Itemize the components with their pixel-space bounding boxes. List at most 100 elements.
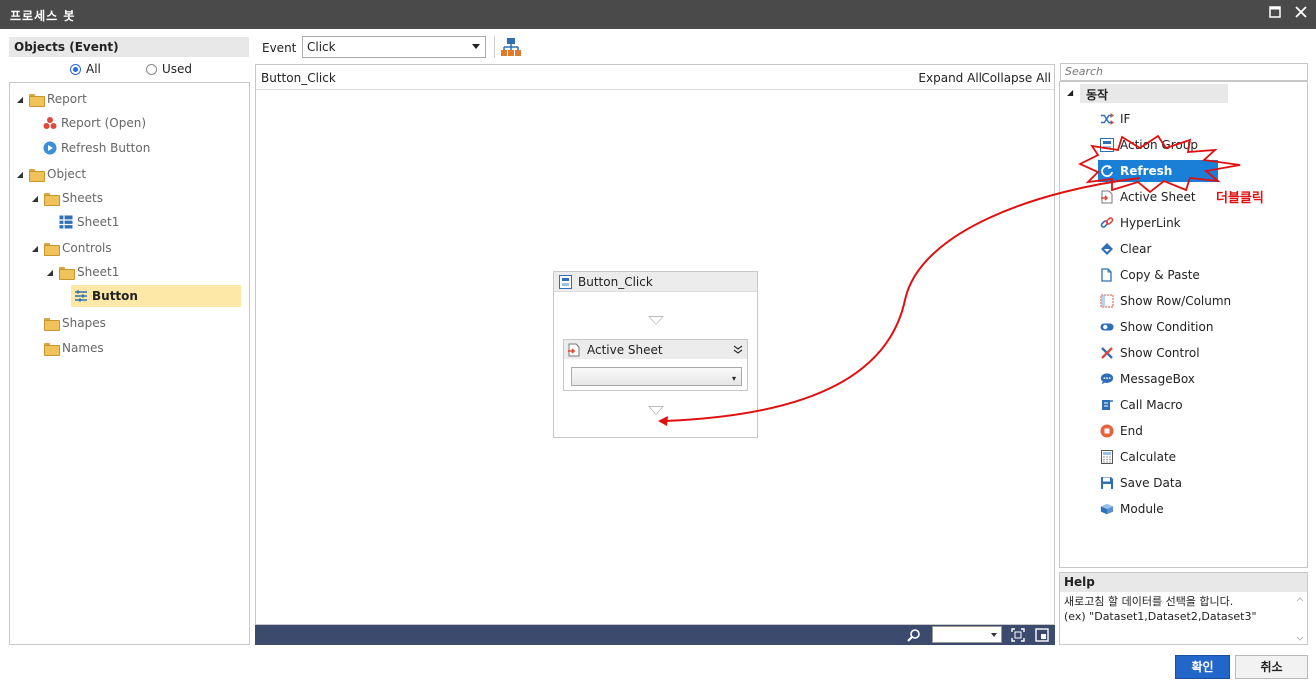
maximize-icon[interactable] <box>1266 5 1284 23</box>
event-select[interactable]: Click <box>302 36 486 58</box>
folder-icon <box>29 168 45 182</box>
action-end[interactable]: End <box>1100 420 1143 442</box>
radio-used-dot[interactable] <box>146 63 157 75</box>
radio-used[interactable]: Used <box>146 62 192 76</box>
cube-icon <box>1100 502 1114 516</box>
help-scrollbar[interactable] <box>1295 595 1305 643</box>
event-label: Event <box>262 41 297 55</box>
expand-caret-icon[interactable]: ◢ <box>15 170 25 179</box>
action-calculate[interactable]: Calculate <box>1100 446 1176 468</box>
chevron-down-icon[interactable]: ▾ <box>732 374 736 383</box>
radio-all[interactable]: All <box>70 62 101 76</box>
cancel-button[interactable]: 취소 <box>1235 655 1308 679</box>
action-label: Active Sheet <box>1120 190 1196 204</box>
tree-item-object[interactable]: ◢ Object <box>15 163 86 185</box>
folder-icon <box>59 266 75 280</box>
action-label: MessageBox <box>1120 372 1195 386</box>
tree-item-shapes[interactable]: Shapes <box>44 312 106 334</box>
tree-item-button[interactable]: Button <box>71 285 241 307</box>
action-hyperlink[interactable]: HyperLink <box>1100 212 1181 234</box>
action-label: Calculate <box>1120 450 1177 464</box>
chat-bubble-icon <box>1100 372 1114 386</box>
action-active-sheet[interactable]: Active Sheet <box>1100 186 1196 208</box>
action-clear[interactable]: Clear <box>1100 238 1151 260</box>
action-label: Show Control <box>1120 346 1200 360</box>
action-if[interactable]: IF <box>1100 108 1130 130</box>
objects-panel-header: Objects (Event) <box>9 37 249 57</box>
help-panel: Help 새로고침 할 데이터를 선택을 합니다. (ex) "Dataset1… <box>1059 572 1308 645</box>
tools-icon <box>1100 346 1114 360</box>
action-search-input[interactable]: Search <box>1060 63 1308 81</box>
link-icon <box>1100 216 1114 230</box>
collapse-all-link[interactable]: Collapse All <box>981 71 1051 85</box>
folder-icon <box>29 93 45 107</box>
tree-item-label: Controls <box>62 241 112 255</box>
close-icon[interactable] <box>1292 5 1310 23</box>
expand-caret-icon[interactable]: ◢ <box>30 244 40 253</box>
tree-item-report[interactable]: ◢ Report <box>15 88 87 110</box>
action-label: Refresh <box>1120 164 1173 178</box>
action-call-macro[interactable]: Call Macro <box>1100 394 1183 416</box>
flow-node-header[interactable]: Button_Click <box>554 272 757 292</box>
action-list: ◢ 동작 IF Action Group Refresh Active Shee… <box>1059 81 1308 568</box>
dropdown-arrow-icon[interactable] <box>472 44 480 49</box>
action-show-condition[interactable]: Show Condition <box>1100 316 1213 338</box>
expand-caret-icon[interactable]: ◢ <box>30 194 40 203</box>
flowchart-icon[interactable] <box>500 37 522 60</box>
action-module[interactable]: Module <box>1100 498 1164 520</box>
window-title: 프로세스 봇 <box>10 9 76 23</box>
tree-item-refresh-button[interactable]: Refresh Button <box>43 137 150 159</box>
sheet-dropdown[interactable]: ▾ <box>571 367 742 386</box>
action-save-data[interactable]: Save Data <box>1100 472 1182 494</box>
action-card-active-sheet[interactable]: Active Sheet ▾ <box>563 339 748 391</box>
minimap-icon[interactable] <box>1035 628 1049 645</box>
drop-target-icon[interactable] <box>648 316 664 325</box>
report-event-icon <box>43 116 57 130</box>
radio-all-dot[interactable] <box>70 63 81 75</box>
action-copy-paste[interactable]: Copy & Paste <box>1100 264 1200 286</box>
play-icon <box>43 141 57 155</box>
event-node-icon <box>558 274 572 289</box>
flow-node-container[interactable]: Button_Click Active Sheet ▾ <box>553 271 758 438</box>
expand-caret-icon[interactable]: ◢ <box>1067 88 1073 97</box>
ok-button[interactable]: 확인 <box>1175 655 1230 679</box>
action-show-control[interactable]: Show Control <box>1100 342 1200 364</box>
collapse-chevron-icon[interactable] <box>733 343 743 357</box>
action-card-header[interactable]: Active Sheet <box>564 340 747 359</box>
tree-item-label: Sheet1 <box>77 215 120 229</box>
tree-item-sheets[interactable]: ◢ Sheets <box>30 187 103 209</box>
tree-item-report-open[interactable]: Report (Open) <box>43 112 146 134</box>
folder-icon <box>44 342 60 356</box>
action-group-header[interactable]: 동작 <box>1080 84 1228 103</box>
action-label: Save Data <box>1120 476 1182 490</box>
canvas-statusbar <box>255 625 1055 645</box>
tree-item-label: Sheet1 <box>77 265 120 279</box>
shuffle-icon <box>1100 112 1114 126</box>
dropdown-arrow-icon[interactable] <box>991 633 997 637</box>
action-label: Module <box>1120 502 1164 516</box>
expand-all-link[interactable]: Expand All <box>918 71 982 85</box>
expand-caret-icon[interactable]: ◢ <box>15 95 25 104</box>
drop-target-icon[interactable] <box>648 406 664 415</box>
action-label: End <box>1120 424 1143 438</box>
zoom-search-icon[interactable] <box>907 628 921 645</box>
tree-item-controls[interactable]: ◢ Controls <box>30 237 112 259</box>
action-label: Clear <box>1120 242 1152 256</box>
action-action-group[interactable]: Action Group <box>1100 134 1198 156</box>
action-label: Action Group <box>1120 138 1198 152</box>
canvas-header: Button_Click Expand All Collapse All <box>256 65 1054 90</box>
folder-icon <box>44 317 60 331</box>
tree-item-label: Names <box>62 341 104 355</box>
fit-screen-icon[interactable] <box>1011 628 1025 645</box>
title-bar: 프로세스 봇 <box>0 0 1316 29</box>
expand-caret-icon[interactable]: ◢ <box>45 268 55 277</box>
zoom-select[interactable] <box>932 626 1002 643</box>
action-messagebox[interactable]: MessageBox <box>1100 368 1195 390</box>
help-line: (ex) "Dataset1,Dataset2,Dataset3" <box>1064 610 1257 623</box>
tree-item-controls-sheet1[interactable]: ◢ Sheet1 <box>45 261 119 283</box>
action-refresh[interactable]: Refresh <box>1098 160 1218 182</box>
tree-item-names[interactable]: Names <box>44 337 104 359</box>
sheet-grid-icon <box>59 215 73 229</box>
tree-item-sheet1[interactable]: Sheet1 <box>59 211 119 233</box>
action-show-row-column[interactable]: Show Row/Column <box>1100 290 1231 312</box>
